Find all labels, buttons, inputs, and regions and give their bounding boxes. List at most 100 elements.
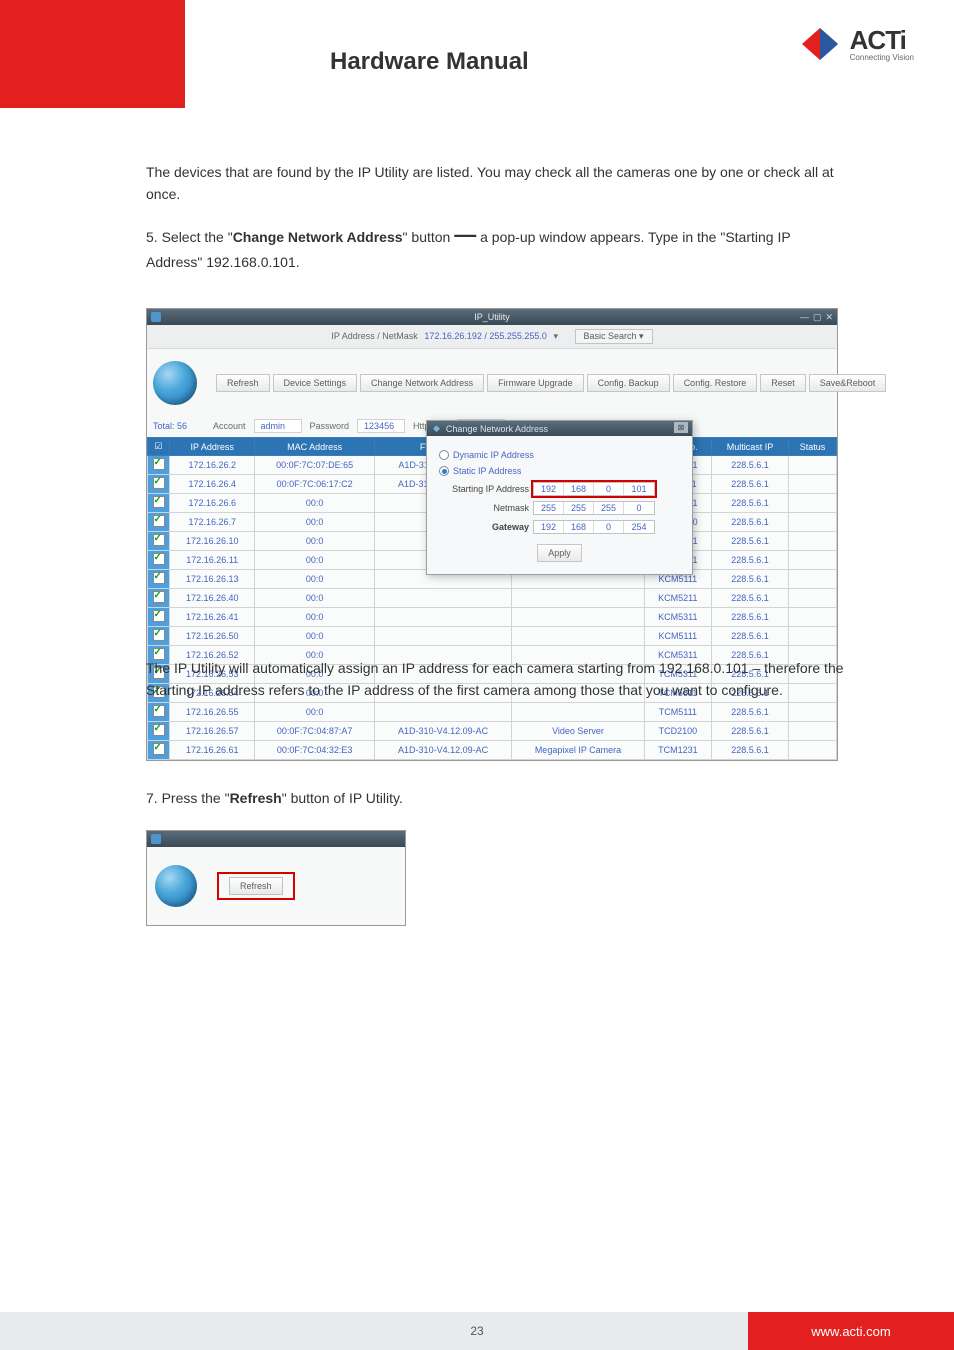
table-row[interactable]: 172.16.26.5000:0KCM5111228.5.6.1 xyxy=(148,627,837,646)
cell-mac: 00:0 xyxy=(255,608,374,627)
row-checkbox[interactable] xyxy=(148,703,170,722)
cell-multicast: 228.5.6.1 xyxy=(712,513,789,532)
cell-status xyxy=(789,722,837,741)
cell-mac: 00:0F:7C:07:DE:65 xyxy=(255,456,374,475)
cell-ip: 172.16.26.50 xyxy=(170,627,255,646)
account-input[interactable]: admin xyxy=(254,419,302,433)
cell-fw xyxy=(374,589,511,608)
radio-selected-icon xyxy=(439,466,449,476)
cell-serial: KCM5111 xyxy=(644,627,711,646)
refresh-button[interactable]: Refresh xyxy=(216,374,270,392)
gateway-label: Gateway xyxy=(439,522,529,532)
cell-status xyxy=(789,494,837,513)
cell-ip: 172.16.26.11 xyxy=(170,551,255,570)
apply-button[interactable]: Apply xyxy=(537,544,582,562)
row-checkbox[interactable] xyxy=(148,494,170,513)
row-checkbox[interactable] xyxy=(148,722,170,741)
maximize-icon[interactable]: ▢ xyxy=(813,312,822,323)
cell-mac: 00:0 xyxy=(255,532,374,551)
cell-status xyxy=(789,627,837,646)
document-title: Hardware Manual xyxy=(330,48,529,76)
config-backup-button[interactable]: Config. Backup xyxy=(587,374,670,392)
cell-mac: 00:0F:7C:04:87:A7 xyxy=(255,722,374,741)
cell-multicast: 228.5.6.1 xyxy=(712,456,789,475)
starting-ip-label: Starting IP Address xyxy=(439,484,529,494)
cell-model xyxy=(512,627,644,646)
cell-mac: 00:0F:7C:04:32:E3 xyxy=(255,741,374,760)
cell-mac: 00:0 xyxy=(255,570,374,589)
dialog-close-icon[interactable]: ⊠ xyxy=(674,422,688,433)
cell-status xyxy=(789,703,837,722)
paragraph-intro: The devices that are found by the IP Uti… xyxy=(146,162,846,205)
cell-mac: 00:0 xyxy=(255,627,374,646)
cell-multicast: 228.5.6.1 xyxy=(712,570,789,589)
cell-status xyxy=(789,513,837,532)
col-check[interactable]: ☑ xyxy=(148,438,170,456)
filter-label: IP Address / NetMask xyxy=(331,331,417,341)
row-checkbox[interactable] xyxy=(148,551,170,570)
page-number: 23 xyxy=(470,1324,483,1338)
cell-model: Video Server xyxy=(512,722,644,741)
table-row[interactable]: 172.16.26.5700:0F:7C:04:87:A7A1D-310-V4.… xyxy=(148,722,837,741)
paragraph-explain: The IP Utility will automatically assign… xyxy=(146,658,846,701)
table-row[interactable]: 172.16.26.6100:0F:7C:04:32:E3A1D-310-V4.… xyxy=(148,741,837,760)
change-network-button[interactable]: Change Network Address xyxy=(360,374,484,392)
cell-mac: 00:0 xyxy=(255,494,374,513)
cell-ip: 172.16.26.6 xyxy=(170,494,255,513)
refresh-button-small[interactable]: Refresh xyxy=(229,877,283,895)
dialog-icon: ◆ xyxy=(433,423,440,434)
cell-ip: 172.16.26.61 xyxy=(170,741,255,760)
cell-status xyxy=(789,475,837,494)
row-checkbox[interactable] xyxy=(148,608,170,627)
config-restore-button[interactable]: Config. Restore xyxy=(673,374,758,392)
header-accent xyxy=(0,0,185,108)
small-screenshot: Refresh xyxy=(146,830,406,926)
firmware-upgrade-button[interactable]: Firmware Upgrade xyxy=(487,374,584,392)
basic-search-dropdown[interactable]: Basic Search ▾ xyxy=(575,329,653,344)
cell-ip: 172.16.26.57 xyxy=(170,722,255,741)
row-checkbox[interactable] xyxy=(148,513,170,532)
row-checkbox[interactable] xyxy=(148,589,170,608)
minimize-icon[interactable]: — xyxy=(800,312,809,323)
cell-ip: 172.16.26.10 xyxy=(170,532,255,551)
small-titlebar xyxy=(147,831,405,847)
chevron-down-icon[interactable]: ▾ xyxy=(553,331,558,341)
cell-model: Megapixel IP Camera xyxy=(512,741,644,760)
toolbar: Refresh Device Settings Change Network A… xyxy=(147,349,837,415)
row-checkbox[interactable] xyxy=(148,532,170,551)
row-checkbox[interactable] xyxy=(148,456,170,475)
table-row[interactable]: 172.16.26.4100:0KCM5311228.5.6.1 xyxy=(148,608,837,627)
device-settings-button[interactable]: Device Settings xyxy=(273,374,358,392)
col-ip: IP Address xyxy=(170,438,255,456)
reset-button[interactable]: Reset xyxy=(760,374,806,392)
gateway-input[interactable]: 1921680254 xyxy=(533,520,655,534)
table-row[interactable]: 172.16.26.4000:0KCM5211228.5.6.1 xyxy=(148,589,837,608)
close-icon[interactable]: ✕ xyxy=(825,312,833,323)
cell-serial: TCD2100 xyxy=(644,722,711,741)
cell-status xyxy=(789,608,837,627)
step5-a: 5. Select the " xyxy=(146,229,233,245)
row-checkbox[interactable] xyxy=(148,741,170,760)
netmask-input[interactable]: 2552552550 xyxy=(533,501,655,515)
brand-logo: ACTi Connecting Vision xyxy=(796,25,914,62)
dash-icon: — xyxy=(454,222,476,247)
cell-ip: 172.16.26.7 xyxy=(170,513,255,532)
starting-ip-input[interactable]: 1921680101 xyxy=(533,482,655,496)
cell-mac: 00:0 xyxy=(255,551,374,570)
save-reboot-button[interactable]: Save&Reboot xyxy=(809,374,887,392)
table-row[interactable]: 172.16.26.5500:0TCM5111228.5.6.1 xyxy=(148,703,837,722)
radio-icon xyxy=(439,450,449,460)
cell-mac: 00:0 xyxy=(255,589,374,608)
password-input[interactable]: 123456 xyxy=(357,419,405,433)
cell-ip: 172.16.26.55 xyxy=(170,703,255,722)
change-network-dialog: ◆ Change Network Address ⊠ Dynamic IP Ad… xyxy=(426,420,693,575)
cell-serial: TCM5111 xyxy=(644,703,711,722)
filter-bar: IP Address / NetMask 172.16.26.192 / 255… xyxy=(147,325,837,349)
static-ip-radio[interactable]: Static IP Address xyxy=(439,466,680,476)
dynamic-ip-radio[interactable]: Dynamic IP Address xyxy=(439,450,680,460)
filter-value: 172.16.26.192 / 255.255.255.0 xyxy=(424,331,547,341)
row-checkbox[interactable] xyxy=(148,627,170,646)
row-checkbox[interactable] xyxy=(148,475,170,494)
row-checkbox[interactable] xyxy=(148,570,170,589)
cell-status xyxy=(789,456,837,475)
